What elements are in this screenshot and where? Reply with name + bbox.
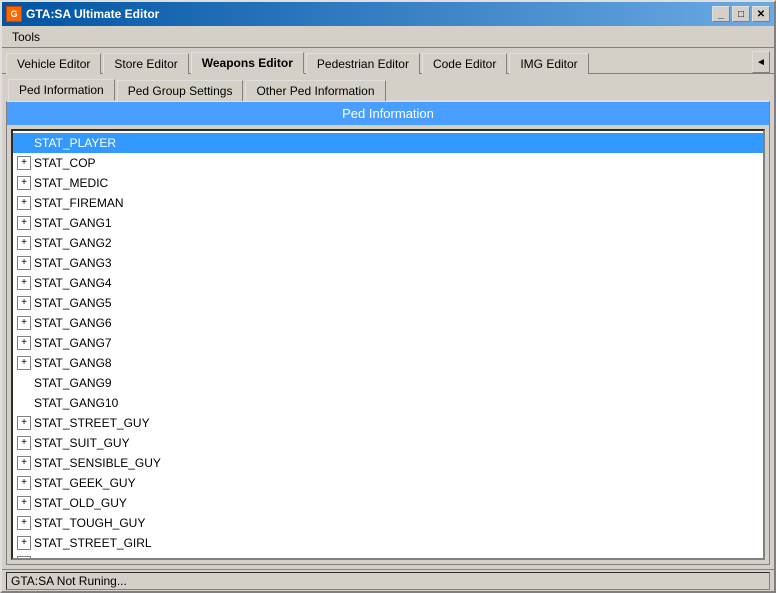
- tree-item-stat_street_girl[interactable]: +STAT_STREET_GIRL: [13, 533, 763, 553]
- tree-item-label: STAT_GANG4: [34, 274, 112, 292]
- title-bar-controls: _ □ ✕: [712, 6, 770, 22]
- top-tabs: Vehicle Editor Store Editor Weapons Edit…: [2, 48, 774, 74]
- tree-expand-icon[interactable]: +: [17, 276, 31, 290]
- tree-item-label: STAT_GANG1: [34, 214, 112, 232]
- tree-item-label: STAT_PLAYER: [34, 134, 116, 152]
- tree-expand-icon[interactable]: +: [17, 516, 31, 530]
- tree-item-stat_old_guy[interactable]: +STAT_OLD_GUY: [13, 493, 763, 513]
- tree-item-stat_medic[interactable]: +STAT_MEDIC: [13, 173, 763, 193]
- app-icon: G: [6, 6, 22, 22]
- minimize-button[interactable]: _: [712, 6, 730, 22]
- tree-expand-icon[interactable]: +: [17, 536, 31, 550]
- main-window: G GTA:SA Ultimate Editor _ □ ✕ Tools Veh…: [0, 0, 776, 593]
- section-title: Ped Information: [7, 102, 769, 125]
- tree-item-label: STAT_TOUGH_GUY: [34, 514, 145, 532]
- tree-item-stat_gang5[interactable]: +STAT_GANG5: [13, 293, 763, 313]
- list-container: STAT_PLAYER+STAT_COP+STAT_MEDIC+STAT_FIR…: [11, 129, 765, 560]
- tree-expand-icon[interactable]: +: [17, 196, 31, 210]
- tree-expand-icon[interactable]: +: [17, 316, 31, 330]
- status-text: GTA:SA Not Runing...: [6, 572, 770, 590]
- tree-item-stat_cop[interactable]: +STAT_COP: [13, 153, 763, 173]
- tree-item-label: STAT_GANG2: [34, 234, 112, 252]
- tree-item-stat_gang9[interactable]: STAT_GANG9: [13, 373, 763, 393]
- tree-item-stat_player[interactable]: STAT_PLAYER: [13, 133, 763, 153]
- tree-item-label: STAT_OLD_GUY: [34, 494, 127, 512]
- tree-item-stat_gang4[interactable]: +STAT_GANG4: [13, 273, 763, 293]
- tree-item-stat_tough_guy[interactable]: +STAT_TOUGH_GUY: [13, 513, 763, 533]
- tree-item-label: STAT_GANG10: [34, 394, 118, 412]
- tree-item-stat_suit_guy[interactable]: +STAT_SUIT_GUY: [13, 433, 763, 453]
- tree-item-label: STAT_GANG6: [34, 314, 112, 332]
- status-bar: GTA:SA Not Runing...: [2, 569, 774, 591]
- tab-img-editor[interactable]: IMG Editor: [509, 53, 588, 74]
- tree-item-stat_gang2[interactable]: +STAT_GANG2: [13, 233, 763, 253]
- tree-item-stat_geek_guy[interactable]: +STAT_GEEK_GUY: [13, 473, 763, 493]
- window-title: GTA:SA Ultimate Editor: [26, 7, 159, 21]
- tab-store-editor[interactable]: Store Editor: [103, 53, 188, 74]
- tree-expand-icon[interactable]: +: [17, 556, 31, 558]
- tree-item-stat_gang1[interactable]: +STAT_GANG1: [13, 213, 763, 233]
- tree-item-stat_gang3[interactable]: +STAT_GANG3: [13, 253, 763, 273]
- tree-expand-icon[interactable]: +: [17, 416, 31, 430]
- tab-other-ped-information[interactable]: Other Ped Information: [245, 80, 385, 101]
- tree-item-stat_fireman[interactable]: +STAT_FIREMAN: [13, 193, 763, 213]
- maximize-button[interactable]: □: [732, 6, 750, 22]
- tab-ped-group-settings[interactable]: Ped Group Settings: [117, 80, 244, 101]
- tree-expand-icon[interactable]: +: [17, 156, 31, 170]
- title-bar: G GTA:SA Ultimate Editor _ □ ✕: [2, 2, 774, 26]
- tree-item-label: STAT_FIREMAN: [34, 194, 124, 212]
- tab-pedestrian-editor[interactable]: Pedestrian Editor: [306, 53, 420, 74]
- close-button[interactable]: ✕: [752, 6, 770, 22]
- tree-expand-icon[interactable]: +: [17, 256, 31, 270]
- tree-expand-icon[interactable]: +: [17, 296, 31, 310]
- tree-expand-icon[interactable]: +: [17, 336, 31, 350]
- tree-expand-icon[interactable]: +: [17, 496, 31, 510]
- tree-item-stat_suit_girl[interactable]: +STAT_SUIT_GIRL: [13, 553, 763, 558]
- tree-list[interactable]: STAT_PLAYER+STAT_COP+STAT_MEDIC+STAT_FIR…: [13, 131, 763, 558]
- sub-tabs: Ped Information Ped Group Settings Other…: [2, 74, 774, 100]
- tree-item-stat_gang8[interactable]: +STAT_GANG8: [13, 353, 763, 373]
- tree-expand-icon[interactable]: +: [17, 436, 31, 450]
- tree-item-label: STAT_MEDIC: [34, 174, 108, 192]
- tree-item-label: STAT_GANG9: [34, 374, 112, 392]
- tree-item-label: STAT_GANG3: [34, 254, 112, 272]
- tree-item-stat_sensible_guy[interactable]: +STAT_SENSIBLE_GUY: [13, 453, 763, 473]
- tab-code-editor[interactable]: Code Editor: [422, 53, 507, 74]
- tree-item-label: STAT_STREET_GIRL: [34, 534, 152, 552]
- tree-item-label: STAT_COP: [34, 154, 96, 172]
- tree-expand-icon[interactable]: +: [17, 456, 31, 470]
- tab-weapons-editor[interactable]: Weapons Editor: [191, 52, 304, 74]
- content-area: Ped Information STAT_PLAYER+STAT_COP+STA…: [6, 100, 770, 565]
- tab-ped-information[interactable]: Ped Information: [8, 79, 115, 101]
- tree-item-label: STAT_GANG5: [34, 294, 112, 312]
- tree-item-label: STAT_GANG7: [34, 334, 112, 352]
- tree-expand-icon[interactable]: +: [17, 236, 31, 250]
- tree-expand-icon[interactable]: +: [17, 476, 31, 490]
- title-bar-left: G GTA:SA Ultimate Editor: [6, 6, 159, 22]
- tree-item-label: STAT_STREET_GUY: [34, 414, 150, 432]
- tree-item-label: STAT_GEEK_GUY: [34, 474, 136, 492]
- tree-expand-icon[interactable]: +: [17, 176, 31, 190]
- menu-bar: Tools: [2, 26, 774, 48]
- tree-item-label: STAT_GANG8: [34, 354, 112, 372]
- tree-item-label: STAT_SUIT_GIRL: [34, 554, 132, 558]
- tree-expand-icon[interactable]: +: [17, 216, 31, 230]
- menu-tools[interactable]: Tools: [6, 28, 46, 46]
- tree-expand-icon[interactable]: +: [17, 356, 31, 370]
- tree-item-stat_street_guy[interactable]: +STAT_STREET_GUY: [13, 413, 763, 433]
- tree-item-stat_gang10[interactable]: STAT_GANG10: [13, 393, 763, 413]
- tab-arrow-button[interactable]: ◄: [752, 51, 770, 73]
- tab-vehicle-editor[interactable]: Vehicle Editor: [6, 53, 101, 74]
- tree-item-stat_gang6[interactable]: +STAT_GANG6: [13, 313, 763, 333]
- tree-item-stat_gang7[interactable]: +STAT_GANG7: [13, 333, 763, 353]
- tree-item-label: STAT_SUIT_GUY: [34, 434, 130, 452]
- tree-item-label: STAT_SENSIBLE_GUY: [34, 454, 161, 472]
